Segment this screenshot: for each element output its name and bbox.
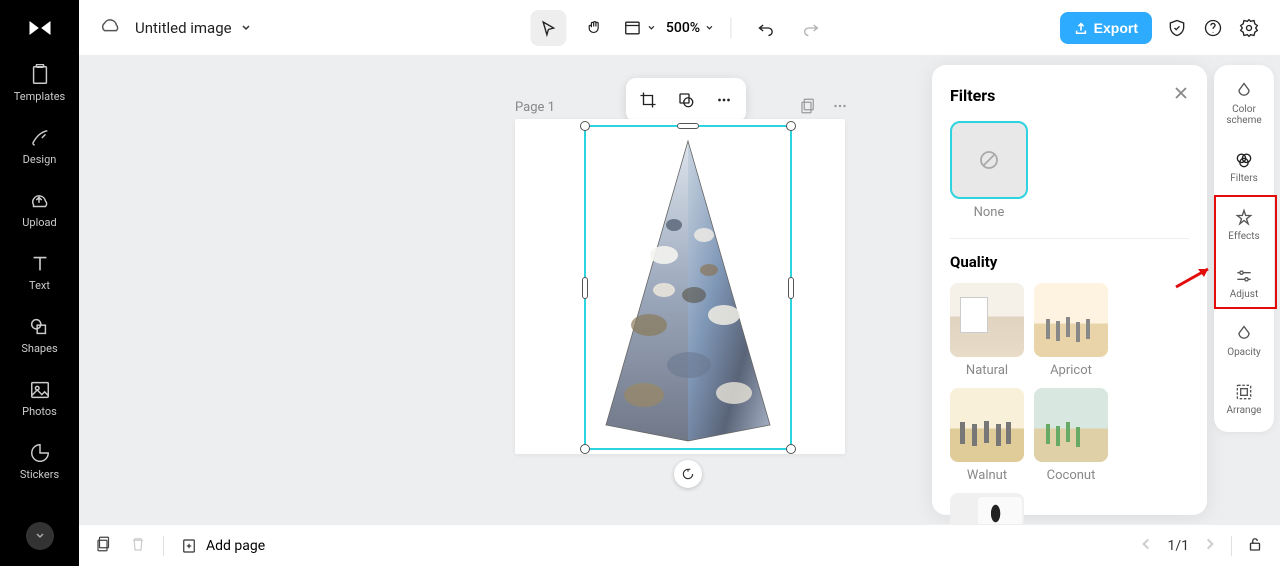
- resize-handle-right[interactable]: [788, 277, 794, 299]
- sidebar-item-label: Shapes: [21, 342, 57, 355]
- filter-apricot[interactable]: [1034, 283, 1108, 357]
- prop-label: Adjust: [1230, 289, 1259, 300]
- cloud-sync-icon[interactable]: [99, 15, 121, 41]
- mask-button[interactable]: [670, 84, 702, 116]
- selection-toolbar: [626, 78, 746, 122]
- sidebar-item-shapes[interactable]: Shapes: [21, 316, 57, 355]
- settings-icon[interactable]: [1238, 17, 1260, 39]
- filter-walnut[interactable]: [950, 388, 1024, 462]
- undo-button[interactable]: [747, 10, 783, 46]
- duplicate-page-icon[interactable]: [799, 97, 817, 115]
- page-counter: 1/1: [1167, 538, 1189, 554]
- export-button[interactable]: Export: [1060, 12, 1152, 44]
- properties-sidebar: Color scheme Filters Effects Adjust Opac…: [1214, 65, 1274, 432]
- resize-handle-left[interactable]: [582, 277, 588, 299]
- filter-coconut[interactable]: [1034, 388, 1108, 462]
- pan-tool[interactable]: [576, 10, 612, 46]
- prop-adjust[interactable]: Adjust: [1218, 262, 1270, 304]
- sidebar-item-photos[interactable]: Photos: [22, 379, 57, 418]
- prop-label: Opacity: [1227, 347, 1261, 358]
- prop-label: Filters: [1230, 173, 1258, 184]
- add-page-label: Add page: [206, 538, 265, 554]
- selection-box[interactable]: [584, 125, 792, 450]
- rotate-handle[interactable]: [674, 460, 702, 488]
- prop-effects[interactable]: Effects: [1218, 204, 1270, 246]
- app-logo[interactable]: [24, 12, 56, 44]
- resize-handle-tl[interactable]: [580, 121, 590, 131]
- select-tool[interactable]: [530, 10, 566, 46]
- more-options-button[interactable]: [708, 84, 740, 116]
- pages-button[interactable]: [95, 535, 113, 557]
- filter-none-label: None: [950, 205, 1028, 220]
- divider: [1231, 536, 1232, 556]
- filters-quality-grid: Natural Apricot Walnut Coconut Light: [950, 283, 1189, 524]
- sidebar-item-label: Design: [23, 153, 57, 166]
- filter-label: Natural: [966, 363, 1008, 378]
- export-label: Export: [1094, 20, 1138, 36]
- sidebar-item-text[interactable]: Text: [29, 253, 51, 292]
- divider: [730, 18, 731, 38]
- bottombar: Add page 1/1: [79, 524, 1280, 566]
- add-page-button[interactable]: Add page: [180, 537, 265, 555]
- canvas-area[interactable]: Page 1: [79, 55, 1280, 524]
- prop-opacity[interactable]: Opacity: [1218, 320, 1270, 362]
- sidebar-item-label: Templates: [14, 90, 65, 103]
- page-actions: [799, 97, 849, 115]
- artboard-tool[interactable]: [622, 18, 656, 38]
- sidebar-item-design[interactable]: Design: [23, 127, 57, 166]
- zoom-value: 500%: [666, 20, 700, 36]
- help-icon[interactable]: [1202, 17, 1224, 39]
- chevron-down-icon: [704, 23, 714, 33]
- zoom-control[interactable]: 500%: [666, 20, 714, 36]
- prop-color-scheme[interactable]: Color scheme: [1218, 77, 1270, 130]
- resize-handle-bl[interactable]: [580, 444, 590, 454]
- topbar-right: Export: [1060, 12, 1260, 44]
- filter-natural[interactable]: [950, 283, 1024, 357]
- divider: [950, 238, 1189, 239]
- prop-label: Color scheme: [1220, 104, 1268, 126]
- prop-filters[interactable]: Filters: [1218, 146, 1270, 188]
- resize-handle-tr[interactable]: [786, 121, 796, 131]
- sidebar-item-label: Text: [29, 279, 50, 292]
- left-sidebar: Templates Design Upload Text Shapes Phot…: [0, 0, 79, 566]
- prop-label: Effects: [1228, 231, 1259, 242]
- close-filters-button[interactable]: [1173, 85, 1189, 105]
- sidebar-item-label: Upload: [22, 216, 56, 229]
- filter-light[interactable]: [950, 493, 1024, 524]
- redo-button[interactable]: [793, 10, 829, 46]
- sidebar-item-label: Stickers: [20, 468, 59, 481]
- prop-arrange[interactable]: Arrange: [1218, 378, 1270, 420]
- lock-button[interactable]: [1246, 535, 1264, 557]
- more-icon[interactable]: [831, 97, 849, 115]
- filter-none[interactable]: [950, 121, 1028, 199]
- sidebar-item-upload[interactable]: Upload: [22, 190, 56, 229]
- resize-handle-br[interactable]: [786, 444, 796, 454]
- topbar: Untitled image 500% Export: [79, 0, 1280, 55]
- crop-button[interactable]: [632, 84, 664, 116]
- sidebar-item-label: Photos: [22, 405, 57, 418]
- sidebar-expand-button[interactable]: [26, 522, 54, 550]
- document-title[interactable]: Untitled image: [135, 19, 252, 37]
- upload-icon: [1074, 21, 1088, 35]
- chevron-down-icon: [240, 22, 252, 34]
- sidebar-item-templates[interactable]: Templates: [14, 64, 65, 103]
- next-page-button[interactable]: [1203, 536, 1217, 555]
- document-title-text: Untitled image: [135, 19, 232, 37]
- divider: [163, 536, 164, 556]
- filters-panel: Filters None Quality Natural Apricot: [932, 65, 1207, 515]
- sidebar-item-stickers[interactable]: Stickers: [20, 442, 59, 481]
- delete-page-button[interactable]: [129, 535, 147, 557]
- filters-panel-title: Filters: [950, 86, 995, 105]
- filter-label: Walnut: [967, 468, 1007, 483]
- resize-handle-top[interactable]: [677, 123, 699, 129]
- filters-section-quality: Quality: [950, 253, 1189, 271]
- prev-page-button[interactable]: [1139, 536, 1153, 555]
- filter-label: Coconut: [1047, 468, 1096, 483]
- page-label: Page 1: [515, 100, 555, 115]
- shield-icon[interactable]: [1166, 17, 1188, 39]
- center-toolbar: 500%: [530, 10, 829, 46]
- prop-label: Arrange: [1227, 405, 1262, 416]
- filter-label: Apricot: [1050, 363, 1092, 378]
- chevron-down-icon: [646, 23, 656, 33]
